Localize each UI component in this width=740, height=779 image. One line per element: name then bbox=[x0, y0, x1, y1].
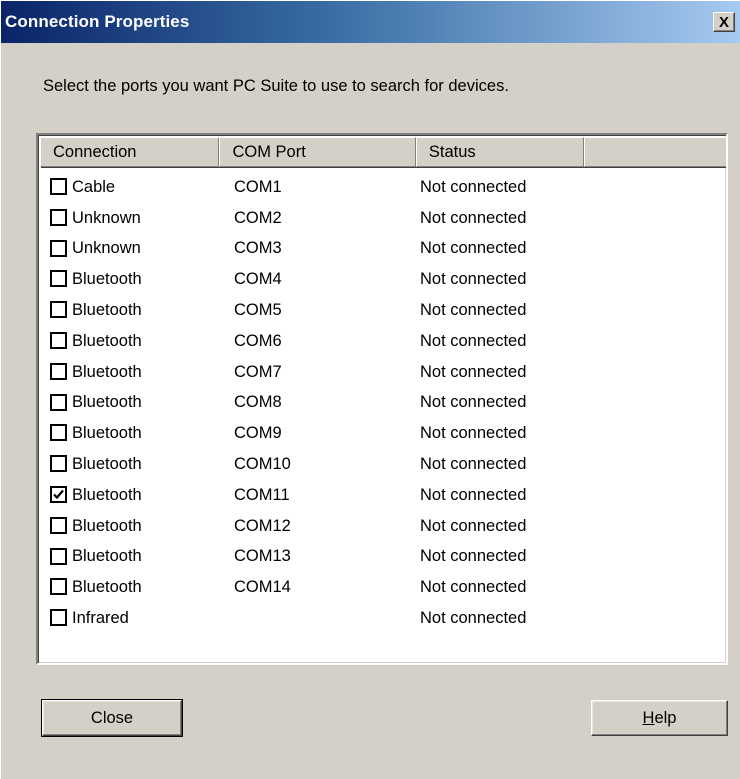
table-row[interactable]: Infrared Not connected bbox=[38, 603, 726, 634]
cell-connection: Unknown bbox=[72, 208, 141, 227]
table-row[interactable]: Bluetooth COM7 Not connected bbox=[38, 357, 726, 388]
checkbox[interactable] bbox=[50, 301, 67, 319]
column-header-com-port[interactable]: COM Port bbox=[219, 137, 416, 167]
checkbox[interactable] bbox=[50, 516, 67, 534]
cell-connection: Bluetooth bbox=[72, 578, 142, 597]
table-row[interactable]: Bluetooth COM13 Not connected bbox=[38, 542, 726, 573]
help-button[interactable]: Help bbox=[591, 700, 728, 736]
checkbox[interactable] bbox=[50, 455, 67, 473]
cell-connection: Bluetooth bbox=[72, 331, 142, 350]
cell-status: Not connected bbox=[420, 301, 527, 320]
table-row[interactable]: Bluetooth COM6 Not connected bbox=[38, 326, 726, 357]
ports-list[interactable]: Connection COM Port Status Cable COM1 Not … bbox=[36, 133, 728, 665]
column-header-empty[interactable] bbox=[584, 137, 726, 167]
cell-status: Not connected bbox=[420, 270, 527, 289]
close-button[interactable]: Close bbox=[41, 699, 183, 737]
cell-connection: Infrared bbox=[72, 609, 129, 628]
cell-connection: Bluetooth bbox=[72, 485, 142, 504]
column-header-status[interactable]: Status bbox=[415, 137, 585, 167]
table-row[interactable]: Bluetooth COM14 Not connected bbox=[38, 572, 726, 603]
table-row[interactable]: Bluetooth COM8 Not connected bbox=[38, 388, 726, 419]
connection-properties-dialog: Connection Properties X Select the ports… bbox=[0, 0, 740, 779]
cell-com-port: COM3 bbox=[234, 239, 282, 258]
checkbox[interactable] bbox=[50, 393, 67, 411]
cell-connection: Bluetooth bbox=[72, 393, 142, 412]
checkbox[interactable] bbox=[50, 178, 67, 195]
cell-connection: Bluetooth bbox=[72, 270, 142, 289]
cell-connection: Cable bbox=[72, 177, 116, 196]
table-row[interactable]: Cable COM1 Not connected bbox=[38, 172, 726, 203]
cell-connection: Bluetooth bbox=[72, 455, 142, 474]
cell-connection: Bluetooth bbox=[72, 362, 142, 381]
cell-status: Not connected bbox=[420, 331, 527, 350]
cell-com-port: COM9 bbox=[234, 424, 282, 443]
cell-com-port: COM2 bbox=[234, 208, 282, 227]
cell-com-port: COM8 bbox=[234, 393, 282, 412]
window-title: Connection Properties bbox=[5, 12, 190, 31]
cell-com-port: COM5 bbox=[234, 301, 282, 320]
cell-status: Not connected bbox=[420, 177, 527, 196]
checkbox[interactable] bbox=[50, 578, 67, 596]
column-header-connection[interactable]: Connection bbox=[40, 137, 220, 167]
help-rest: elp bbox=[654, 708, 677, 727]
cell-connection: Unknown bbox=[72, 239, 141, 258]
table-row[interactable]: Bluetooth COM11 Not connected bbox=[38, 480, 726, 511]
checkbox[interactable] bbox=[50, 424, 67, 442]
table-row[interactable]: Bluetooth COM12 Not connected bbox=[38, 511, 726, 542]
cell-status: Not connected bbox=[420, 609, 527, 628]
cell-com-port: COM10 bbox=[234, 455, 291, 474]
table-row[interactable]: Bluetooth COM9 Not connected bbox=[38, 418, 726, 449]
cell-connection: Bluetooth bbox=[72, 424, 142, 443]
instruction-text: Select the ports you want PC Suite to us… bbox=[43, 77, 509, 95]
cell-status: Not connected bbox=[420, 239, 527, 258]
cell-status: Not connected bbox=[420, 516, 527, 535]
checkbox[interactable] bbox=[50, 270, 67, 288]
cell-status: Not connected bbox=[420, 208, 527, 227]
table-row[interactable]: Bluetooth COM10 Not connected bbox=[38, 449, 726, 480]
checkbox[interactable] bbox=[50, 208, 67, 226]
cell-status: Not connected bbox=[420, 578, 527, 597]
help-mnemonic: H bbox=[642, 708, 655, 727]
cell-status: Not connected bbox=[420, 485, 527, 504]
cell-status: Not connected bbox=[420, 393, 527, 412]
table-row[interactable]: Bluetooth COM4 Not connected bbox=[38, 264, 726, 295]
checkbox[interactable] bbox=[50, 547, 67, 565]
table-row[interactable]: Unknown COM2 Not connected bbox=[38, 203, 726, 234]
cell-com-port: COM7 bbox=[234, 362, 282, 381]
cell-com-port: COM6 bbox=[234, 331, 282, 350]
cell-com-port: COM4 bbox=[234, 270, 282, 289]
cell-connection: Bluetooth bbox=[72, 301, 142, 320]
table-row[interactable]: Unknown COM3 Not connected bbox=[38, 234, 726, 265]
checkbox[interactable] bbox=[50, 239, 67, 257]
cell-com-port: COM11 bbox=[234, 485, 290, 504]
checkbox[interactable] bbox=[50, 609, 67, 627]
checkbox[interactable] bbox=[50, 331, 67, 349]
list-rows: Cable COM1 Not connected Unknown COM2 Not con… bbox=[38, 172, 726, 634]
title-bar[interactable]: Connection Properties X bbox=[1, 1, 740, 43]
cell-connection: Bluetooth bbox=[72, 547, 142, 566]
cell-com-port: COM14 bbox=[234, 578, 291, 597]
cell-status: Not connected bbox=[420, 362, 527, 381]
cell-status: Not connected bbox=[420, 547, 527, 566]
cell-status: Not connected bbox=[420, 455, 527, 474]
cell-connection: Bluetooth bbox=[72, 516, 142, 535]
checkbox[interactable] bbox=[50, 362, 67, 380]
close-icon[interactable]: X bbox=[713, 12, 735, 32]
checkbox-checked[interactable] bbox=[50, 485, 67, 503]
list-header: Connection COM Port Status bbox=[40, 137, 726, 167]
cell-com-port: COM12 bbox=[234, 516, 291, 535]
cell-com-port: COM13 bbox=[234, 547, 291, 566]
help-button-label: Help bbox=[643, 709, 677, 728]
table-row[interactable]: Bluetooth COM5 Not connected bbox=[38, 295, 726, 326]
cell-com-port: COM1 bbox=[234, 177, 282, 196]
cell-status: Not connected bbox=[420, 424, 527, 443]
